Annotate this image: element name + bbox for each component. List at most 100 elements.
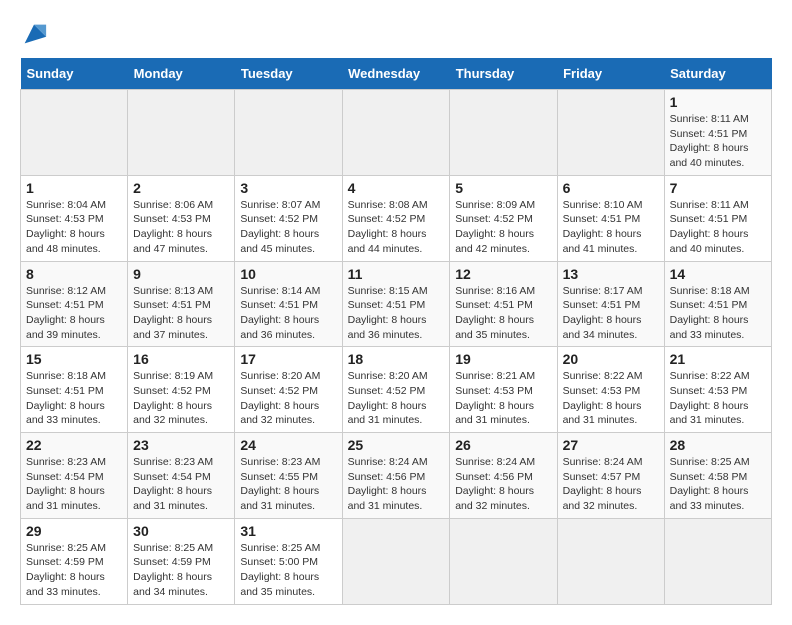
- day-number: 6: [563, 180, 659, 196]
- day-detail: Sunrise: 8:23 AM Sunset: 4:54 PM Dayligh…: [26, 455, 122, 514]
- day-detail: Sunrise: 8:14 AM Sunset: 4:51 PM Dayligh…: [240, 284, 336, 343]
- calendar-cell: 31 Sunrise: 8:25 AM Sunset: 5:00 PM Dayli…: [235, 518, 342, 604]
- calendar-cell: 5 Sunrise: 8:09 AM Sunset: 4:52 PM Daylig…: [450, 175, 557, 261]
- calendar-cell: 16 Sunrise: 8:19 AM Sunset: 4:52 PM Dayli…: [128, 347, 235, 433]
- day-number: 23: [133, 437, 229, 453]
- calendar-cell: 10 Sunrise: 8:14 AM Sunset: 4:51 PM Dayli…: [235, 261, 342, 347]
- calendar-cell: 2Sunrise: 8:06 AM Sunset: 4:53 PM Daylig…: [128, 175, 235, 261]
- calendar-header-row: SundayMondayTuesdayWednesdayThursdayFrid…: [21, 58, 772, 90]
- day-number: 16: [133, 351, 229, 367]
- day-number: 15: [26, 351, 122, 367]
- day-number: 11: [348, 266, 445, 282]
- calendar-cell: 26 Sunrise: 8:24 AM Sunset: 4:56 PM Dayli…: [450, 433, 557, 519]
- day-detail: Sunrise: 8:23 AM Sunset: 4:55 PM Dayligh…: [240, 455, 336, 514]
- day-detail: Sunrise: 8:19 AM Sunset: 4:52 PM Dayligh…: [133, 369, 229, 428]
- day-detail: Sunrise: 8:25 AM Sunset: 4:59 PM Dayligh…: [26, 541, 122, 600]
- day-detail: Sunrise: 8:25 AM Sunset: 5:00 PM Dayligh…: [240, 541, 336, 600]
- day-number: 14: [670, 266, 766, 282]
- day-number: 17: [240, 351, 336, 367]
- day-number: 12: [455, 266, 551, 282]
- calendar-cell: 20 Sunrise: 8:22 AM Sunset: 4:53 PM Dayli…: [557, 347, 664, 433]
- day-detail: Sunrise: 8:22 AM Sunset: 4:53 PM Dayligh…: [670, 369, 766, 428]
- calendar-cell: [450, 90, 557, 176]
- day-number: 29: [26, 523, 122, 539]
- calendar-cell: 11 Sunrise: 8:15 AM Sunset: 4:51 PM Dayli…: [342, 261, 450, 347]
- calendar-cell: 18Sunrise: 8:20 AM Sunset: 4:52 PM Dayli…: [342, 347, 450, 433]
- logo: [20, 20, 50, 48]
- day-detail: Sunrise: 8:11 AM Sunset: 4:51 PM Dayligh…: [670, 198, 766, 257]
- calendar-cell: [557, 90, 664, 176]
- calendar-table: SundayMondayTuesdayWednesdayThursdayFrid…: [20, 58, 772, 605]
- header-thursday: Thursday: [450, 58, 557, 90]
- day-detail: Sunrise: 8:15 AM Sunset: 4:51 PM Dayligh…: [348, 284, 445, 343]
- day-detail: Sunrise: 8:22 AM Sunset: 4:53 PM Dayligh…: [563, 369, 659, 428]
- calendar-cell: 27Sunrise: 8:24 AM Sunset: 4:57 PM Dayli…: [557, 433, 664, 519]
- page-header: [20, 20, 772, 48]
- calendar-cell: [342, 90, 450, 176]
- day-number: 8: [26, 266, 122, 282]
- calendar-cell: [235, 90, 342, 176]
- calendar-cell: 25 Sunrise: 8:24 AM Sunset: 4:56 PM Dayli…: [342, 433, 450, 519]
- calendar-cell: 3 Sunrise: 8:07 AM Sunset: 4:52 PM Daylig…: [235, 175, 342, 261]
- day-detail: Sunrise: 8:17 AM Sunset: 4:51 PM Dayligh…: [563, 284, 659, 343]
- calendar-week-row: 8Sunrise: 8:12 AM Sunset: 4:51 PM Daylig…: [21, 261, 772, 347]
- day-number: 4: [348, 180, 445, 196]
- calendar-cell: 7 Sunrise: 8:11 AM Sunset: 4:51 PM Daylig…: [664, 175, 771, 261]
- day-detail: Sunrise: 8:23 AM Sunset: 4:54 PM Dayligh…: [133, 455, 229, 514]
- header-sunday: Sunday: [21, 58, 128, 90]
- calendar-cell: 4 Sunrise: 8:08 AM Sunset: 4:52 PM Daylig…: [342, 175, 450, 261]
- calendar-cell: 29 Sunrise: 8:25 AM Sunset: 4:59 PM Dayli…: [21, 518, 128, 604]
- calendar-cell: 13 Sunrise: 8:17 AM Sunset: 4:51 PM Dayli…: [557, 261, 664, 347]
- day-number: 3: [240, 180, 336, 196]
- calendar-cell: [450, 518, 557, 604]
- header-friday: Friday: [557, 58, 664, 90]
- day-detail: Sunrise: 8:24 AM Sunset: 4:56 PM Dayligh…: [455, 455, 551, 514]
- logo-icon: [20, 20, 48, 48]
- calendar-cell: 19 Sunrise: 8:21 AM Sunset: 4:53 PM Dayli…: [450, 347, 557, 433]
- day-detail: Sunrise: 8:09 AM Sunset: 4:52 PM Dayligh…: [455, 198, 551, 257]
- day-detail: Sunrise: 8:10 AM Sunset: 4:51 PM Dayligh…: [563, 198, 659, 257]
- calendar-cell: [664, 518, 771, 604]
- calendar-cell: 14 Sunrise: 8:18 AM Sunset: 4:51 PM Dayli…: [664, 261, 771, 347]
- calendar-cell: 23 Sunrise: 8:23 AM Sunset: 4:54 PM Dayli…: [128, 433, 235, 519]
- day-number: 10: [240, 266, 336, 282]
- calendar-cell: [21, 90, 128, 176]
- day-number: 28: [670, 437, 766, 453]
- day-number: 2: [133, 180, 229, 196]
- calendar-cell: 1 Sunrise: 8:11 AM Sunset: 4:51 PM Daylig…: [664, 90, 771, 176]
- header-tuesday: Tuesday: [235, 58, 342, 90]
- day-number: 30: [133, 523, 229, 539]
- day-detail: Sunrise: 8:21 AM Sunset: 4:53 PM Dayligh…: [455, 369, 551, 428]
- day-detail: Sunrise: 8:11 AM Sunset: 4:51 PM Dayligh…: [670, 112, 766, 171]
- day-detail: Sunrise: 8:08 AM Sunset: 4:52 PM Dayligh…: [348, 198, 445, 257]
- header-saturday: Saturday: [664, 58, 771, 90]
- day-detail: Sunrise: 8:20 AM Sunset: 4:52 PM Dayligh…: [240, 369, 336, 428]
- day-detail: Sunrise: 8:18 AM Sunset: 4:51 PM Dayligh…: [670, 284, 766, 343]
- day-detail: Sunrise: 8:07 AM Sunset: 4:52 PM Dayligh…: [240, 198, 336, 257]
- calendar-cell: [557, 518, 664, 604]
- day-number: 27: [563, 437, 659, 453]
- day-number: 7: [670, 180, 766, 196]
- calendar-cell: 28Sunrise: 8:25 AM Sunset: 4:58 PM Dayli…: [664, 433, 771, 519]
- day-number: 20: [563, 351, 659, 367]
- calendar-cell: 15Sunrise: 8:18 AM Sunset: 4:51 PM Dayli…: [21, 347, 128, 433]
- day-number: 13: [563, 266, 659, 282]
- day-number: 25: [348, 437, 445, 453]
- calendar-week-row: 1 Sunrise: 8:11 AM Sunset: 4:51 PM Daylig…: [21, 90, 772, 176]
- calendar-week-row: 29 Sunrise: 8:25 AM Sunset: 4:59 PM Dayli…: [21, 518, 772, 604]
- day-detail: Sunrise: 8:13 AM Sunset: 4:51 PM Dayligh…: [133, 284, 229, 343]
- calendar-week-row: 22 Sunrise: 8:23 AM Sunset: 4:54 PM Dayli…: [21, 433, 772, 519]
- calendar-cell: 9Sunrise: 8:13 AM Sunset: 4:51 PM Daylig…: [128, 261, 235, 347]
- calendar-cell: [128, 90, 235, 176]
- day-number: 31: [240, 523, 336, 539]
- day-detail: Sunrise: 8:24 AM Sunset: 4:56 PM Dayligh…: [348, 455, 445, 514]
- header-wednesday: Wednesday: [342, 58, 450, 90]
- header-monday: Monday: [128, 58, 235, 90]
- day-number: 5: [455, 180, 551, 196]
- day-number: 24: [240, 437, 336, 453]
- calendar-cell: 22 Sunrise: 8:23 AM Sunset: 4:54 PM Dayli…: [21, 433, 128, 519]
- day-number: 22: [26, 437, 122, 453]
- day-number: 1: [670, 94, 766, 110]
- day-number: 19: [455, 351, 551, 367]
- day-number: 26: [455, 437, 551, 453]
